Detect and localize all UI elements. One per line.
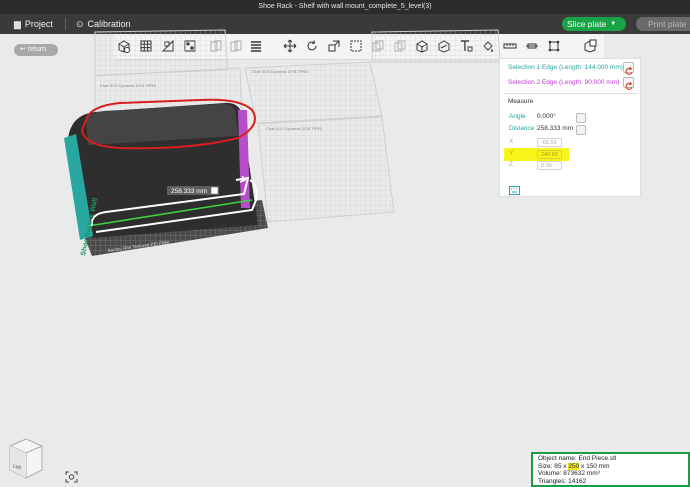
- object-name: Object name: End Piece.stl: [538, 455, 617, 462]
- selection-2[interactable]: Selection 2 Edge (Length: 90.000 mm): [508, 79, 619, 86]
- plate-label: Chat SCS Dynamic DTM TPRS: [266, 126, 322, 131]
- build-plate-right-mid[interactable]: Chat SCS Dynamic DTM TPRS: [257, 116, 395, 223]
- distance-value: 258.333 mm: [537, 125, 574, 132]
- reset-selection-1-icon[interactable]: [623, 62, 634, 75]
- keyboard-icon[interactable]: [509, 182, 520, 195]
- measure-panel: Selection 1 Edge (Length: 144.000 mm) Se…: [499, 58, 641, 197]
- distance-label: Distance: [509, 125, 535, 132]
- svg-text:258.333 mm: 258.333 mm: [171, 188, 207, 195]
- object-size: Size: 85 x 250 x 150 mm: [538, 462, 610, 470]
- x-value-field[interactable]: -66.53: [537, 138, 562, 147]
- copy-icon: [210, 186, 219, 195]
- build-plate-right-top[interactable]: Chat SCS Dynamic DTM TPRS: [244, 61, 383, 124]
- distance-tag: 258.333 mm: [167, 186, 219, 195]
- z-value-field[interactable]: 0.00: [537, 161, 562, 170]
- plate-label: Chat SCS Dynamic DTM TPRS: [252, 69, 308, 74]
- angle-value: 0.000°: [537, 113, 556, 120]
- copy-angle-icon[interactable]: [576, 113, 586, 123]
- reset-selection-2-icon[interactable]: [623, 77, 634, 90]
- build-plate-top[interactable]: [94, 29, 229, 76]
- x-label: X: [509, 138, 514, 145]
- y-label: Y: [509, 150, 514, 157]
- z-label: Z: [509, 161, 513, 168]
- measure-title: Measure: [508, 98, 534, 105]
- object-volume: Volume: 873632 mm³: [538, 470, 600, 477]
- copy-distance-icon[interactable]: [576, 125, 586, 135]
- build-plate-far-top[interactable]: [371, 29, 501, 63]
- selection-1[interactable]: Selection 1 Edge (Length: 144.000 mm): [508, 64, 623, 71]
- angle-label: Angle: [509, 113, 526, 120]
- divider: [504, 93, 638, 94]
- view-cube[interactable]: Left: [6, 436, 46, 482]
- object-triangles: Triangles: 14162: [538, 477, 587, 485]
- size-highlight: 250: [568, 462, 580, 470]
- y-value-field[interactable]: 249.62: [537, 150, 562, 159]
- object-info-panel: Object name: End Piece.stl Size: 85 x 25…: [531, 452, 690, 487]
- zoom-fit-icon[interactable]: [65, 470, 78, 483]
- plate-label: Chat SCS Dynamic DTM TPRS: [100, 83, 156, 88]
